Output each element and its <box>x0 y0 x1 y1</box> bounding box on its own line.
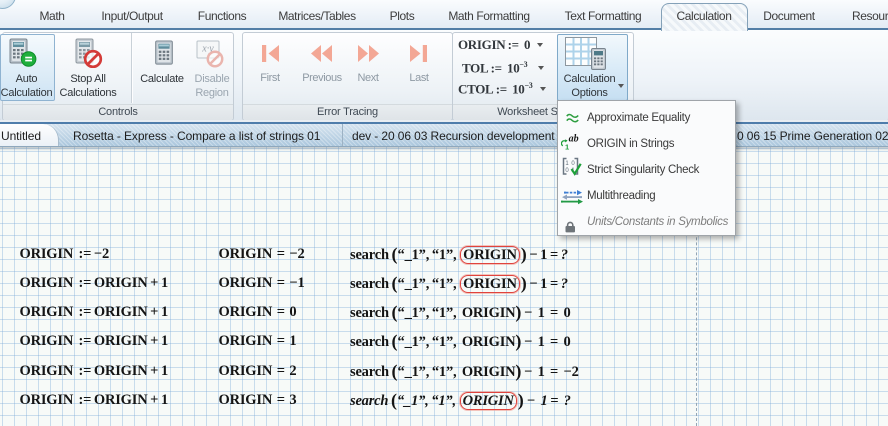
svg-text:0: 0 <box>565 168 569 174</box>
svg-text:1: 1 <box>565 142 569 151</box>
svg-text:1: 1 <box>565 161 569 167</box>
svg-text:ab: ab <box>569 134 579 145</box>
svg-text:0: 0 <box>571 161 575 167</box>
